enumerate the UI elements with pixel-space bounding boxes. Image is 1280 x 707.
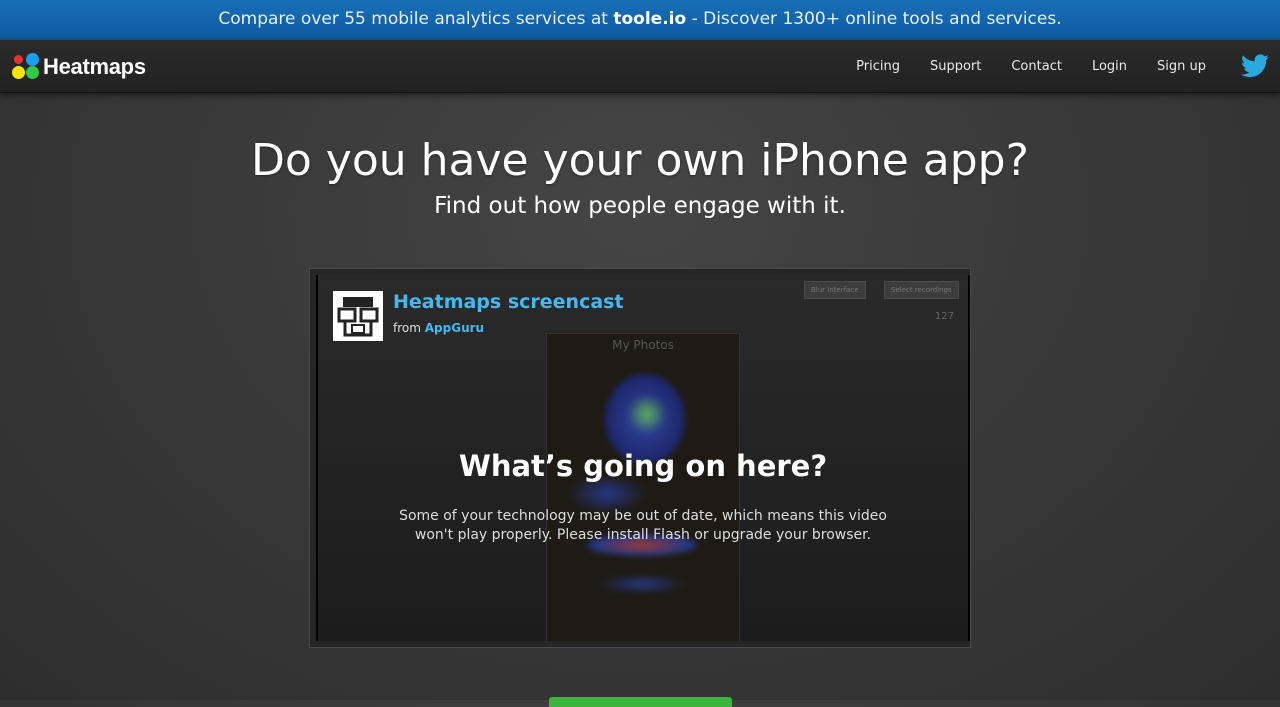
heatmap-blob [627, 394, 667, 434]
heatmaps-logo[interactable]: Heatmaps [12, 52, 172, 82]
hero-subline: Find out how people engage with it. [434, 193, 846, 219]
robot-avatar-icon [337, 297, 379, 337]
still-phone-title: My Photos [612, 338, 674, 352]
nav-login-link[interactable]: Login [1092, 59, 1127, 74]
appguru-avatar[interactable] [333, 291, 383, 341]
video-error-title: What’s going on here? [458, 449, 828, 483]
logo-blue-dot [26, 53, 39, 66]
video-title-link[interactable]: Heatmaps screencast [393, 291, 624, 313]
promo-text-after: - Discover 1300+ online tools and servic… [686, 9, 1062, 29]
promo-link[interactable]: toole.io [613, 9, 686, 29]
promo-banner[interactable]: Compare over 55 mobile analytics service… [0, 0, 1280, 41]
still-phone-screen: My Photos [546, 333, 740, 641]
logo-red-dot [14, 55, 23, 64]
top-navbar: Heatmaps Pricing Support Contact Login S… [0, 40, 1280, 93]
nav-pricing-link[interactable]: Pricing [856, 59, 900, 74]
nav-contact-link[interactable]: Contact [1011, 59, 1062, 74]
from-label: from [393, 321, 421, 335]
author-link[interactable]: AppGuru [425, 321, 484, 335]
nav-links: Pricing Support Contact Login Sign up [826, 40, 1206, 92]
logo-text: Heatmaps [43, 54, 146, 79]
video-byline: from AppGuru [393, 321, 484, 335]
still-toolbar-left: Blur interface [804, 281, 866, 299]
nav-signup-link[interactable]: Sign up [1157, 59, 1206, 74]
logo-green-dot [26, 66, 39, 79]
still-toolbar-right: Select recordings [884, 281, 959, 299]
video-viewport[interactable]: Blur interface Select recordings 127 My … [316, 275, 970, 641]
cta-button[interactable] [549, 697, 732, 707]
nav-support-link[interactable]: Support [930, 59, 981, 74]
twitter-icon[interactable] [1241, 54, 1269, 78]
promo-text-before: Compare over 55 mobile analytics service… [218, 9, 614, 29]
logo-yellow-dot [12, 66, 25, 79]
still-counter: 127 [934, 311, 954, 322]
heatmap-blob [597, 574, 687, 594]
video-player[interactable]: Blur interface Select recordings 127 My … [309, 268, 971, 648]
hero-headline: Do you have your own iPhone app? [251, 135, 1029, 186]
video-error-message: Some of your technology may be out of da… [399, 508, 887, 543]
